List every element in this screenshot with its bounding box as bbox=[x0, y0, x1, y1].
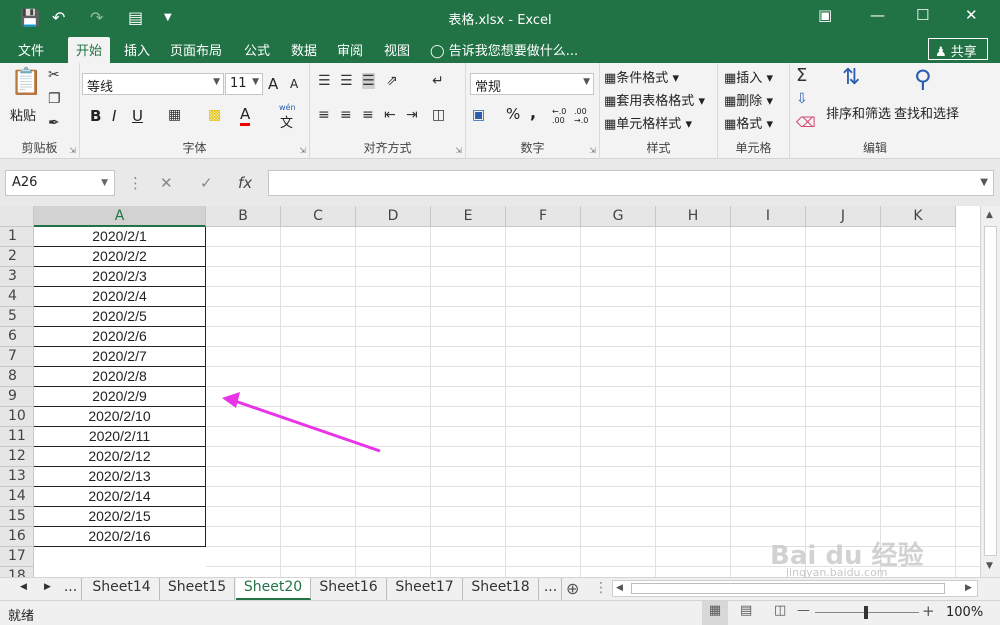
page-break-view-icon[interactable]: ◫ bbox=[774, 603, 786, 618]
sheet-tab[interactable]: Sheet16 bbox=[311, 578, 387, 600]
zoom-out-icon[interactable]: — bbox=[797, 603, 810, 618]
sheet-tab-more-right[interactable]: ... bbox=[540, 578, 562, 600]
sheet-tab-more-left[interactable]: ... bbox=[60, 578, 82, 600]
status-ready: 就绪 bbox=[8, 609, 35, 624]
zoom-level[interactable]: 100% bbox=[946, 605, 983, 620]
sheet-tab[interactable]: Sheet14 bbox=[84, 578, 160, 600]
sheet-tab[interactable]: Sheet15 bbox=[160, 578, 235, 600]
normal-view-icon[interactable]: ▦ bbox=[702, 601, 728, 625]
scroll-left-icon[interactable]: ◀ bbox=[616, 583, 623, 593]
zoom-in-icon[interactable]: + bbox=[922, 602, 935, 620]
sheet-tab[interactable]: Sheet18 bbox=[463, 578, 539, 600]
sheet-tab-active[interactable]: Sheet20 bbox=[236, 578, 311, 600]
annotation-arrow bbox=[222, 392, 381, 453]
sheet-tab[interactable]: Sheet17 bbox=[387, 578, 463, 600]
horizontal-scrollbar[interactable]: ◀ ▶ bbox=[612, 580, 978, 597]
status-bar: 就绪 ▦ ▤ ◫ — + 100% bbox=[0, 600, 1000, 625]
splitter-icon[interactable]: ⋮ bbox=[594, 580, 608, 596]
scroll-left-icon[interactable]: ◀ bbox=[20, 582, 27, 592]
scroll-right-icon[interactable]: ▶ bbox=[965, 583, 972, 593]
new-sheet-icon[interactable]: ⊕ bbox=[566, 579, 579, 598]
scroll-right-icon[interactable]: ▶ bbox=[44, 582, 51, 592]
zoom-slider-handle[interactable] bbox=[864, 606, 868, 619]
page-layout-view-icon[interactable]: ▤ bbox=[740, 603, 752, 618]
horizontal-scroll-thumb[interactable] bbox=[631, 583, 945, 594]
